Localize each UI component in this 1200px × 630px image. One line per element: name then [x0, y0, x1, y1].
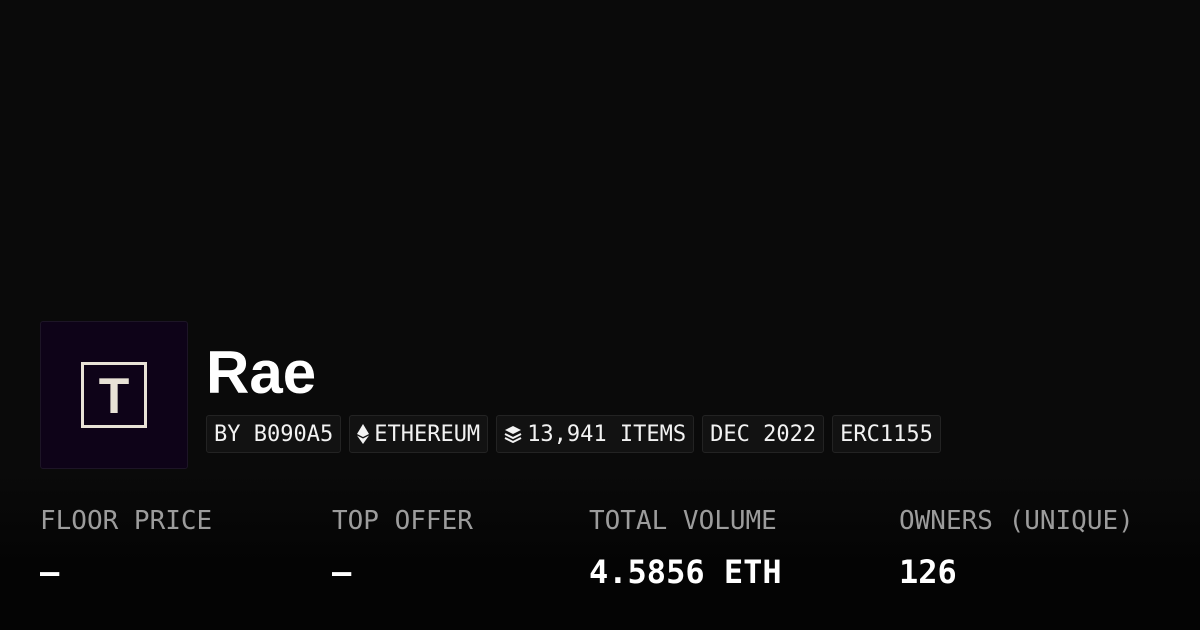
badge-row: BY B090A5 ETHEREUM 13,941 ITEMS DEC 2022 — [206, 415, 941, 453]
stat-label: FLOOR PRICE — [40, 506, 213, 536]
stat-owners: OWNERS (UNIQUE) 126 — [899, 504, 1134, 590]
creator-label: BY B090A5 — [214, 421, 334, 447]
stat-value: – — [40, 553, 60, 591]
standard-label: ERC1155 — [840, 421, 933, 447]
stat-label: OWNERS (UNIQUE) — [899, 506, 1134, 536]
stat-floor-price: FLOOR PRICE – — [40, 504, 212, 590]
stat-value: 126 — [899, 553, 957, 591]
ethereum-icon — [357, 424, 370, 444]
collection-header: T Rae BY B090A5 ETHEREUM 13,941 ITEMS DE… — [40, 321, 941, 469]
stat-top-offer: TOP OFFER – — [332, 504, 473, 590]
chain-label: ETHEREUM — [374, 421, 481, 447]
date-badge: DEC 2022 — [702, 415, 825, 453]
stat-value: – — [332, 553, 352, 591]
stat-label: TOP OFFER — [332, 506, 473, 536]
standard-badge: ERC1155 — [832, 415, 941, 453]
layers-icon — [504, 426, 522, 443]
items-badge: 13,941 ITEMS — [496, 415, 695, 453]
stat-value: 4.5856 ETH — [589, 553, 782, 591]
stat-total-volume: TOTAL VOLUME 4.5856 ETH — [589, 504, 782, 590]
items-label: 13,941 ITEMS — [527, 421, 687, 447]
chain-badge: ETHEREUM — [349, 415, 489, 453]
stat-label: TOTAL VOLUME — [589, 506, 777, 536]
collection-info: Rae BY B090A5 ETHEREUM 13,941 ITEMS DEC … — [206, 321, 941, 453]
logo-frame: T — [81, 362, 147, 428]
creator-badge[interactable]: BY B090A5 — [206, 415, 342, 453]
logo-letter: T — [98, 368, 130, 424]
collection-title: Rae — [206, 339, 317, 406]
collection-logo: T — [40, 321, 188, 469]
date-label: DEC 2022 — [710, 421, 817, 447]
